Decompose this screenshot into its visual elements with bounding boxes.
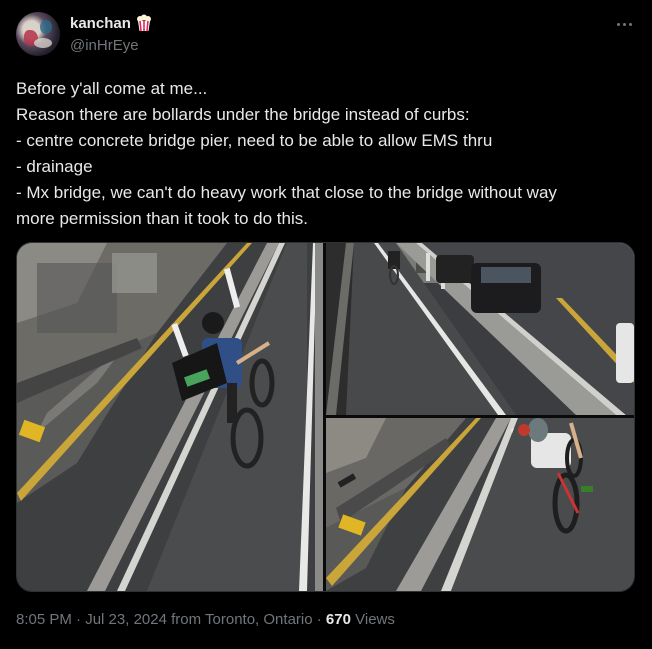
tweet: kanchan @inHrEye Before y'all come at me… — [0, 0, 652, 649]
views-label: Views — [355, 611, 395, 628]
tweet-text: Before y'all come at me... Reason there … — [16, 76, 636, 232]
more-options-icon[interactable] — [614, 14, 634, 34]
media-grid — [16, 242, 635, 592]
tweet-time[interactable]: 8:05 PM — [16, 611, 72, 628]
user-handle[interactable]: @inHrEye — [70, 37, 139, 54]
tweet-location: from Toronto, Ontario — [171, 611, 313, 628]
photo-bike-lane-cars[interactable] — [326, 243, 634, 415]
meta-separator: · — [76, 611, 82, 628]
avatar[interactable] — [16, 12, 60, 56]
tweet-text-line: Reason there are bollards under the brid… — [16, 105, 470, 124]
views-count: 670 — [325, 611, 351, 628]
tweet-date[interactable]: Jul 23, 2024 — [85, 611, 167, 628]
author-name-row: kanchan — [70, 14, 153, 32]
meta-separator: · — [316, 611, 322, 628]
tweet-meta: 8:05 PM · Jul 23, 2024 from Toronto, Ont… — [16, 611, 395, 628]
photo-cyclist-bollards[interactable] — [326, 418, 634, 591]
tweet-text-line: - Mx bridge, we can't do heavy work that… — [16, 183, 557, 202]
tweet-text-line: Before y'all come at me... — [16, 79, 208, 98]
photo-cyclist-delivery-bag[interactable] — [17, 243, 323, 591]
tweet-text-line: - drainage — [16, 157, 93, 176]
tweet-text-line: - centre concrete bridge pier, need to b… — [16, 131, 493, 150]
tweet-text-line: more permission than it took to do this. — [16, 209, 308, 228]
popcorn-icon — [135, 14, 153, 32]
display-name[interactable]: kanchan — [70, 15, 131, 32]
